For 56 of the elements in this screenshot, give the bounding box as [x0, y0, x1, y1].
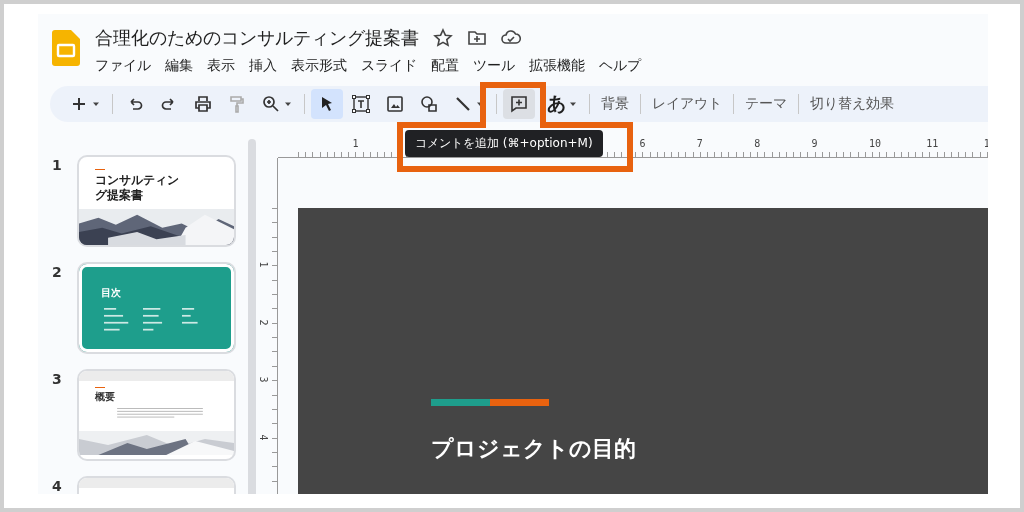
- accent-line: [95, 169, 105, 170]
- menu-item[interactable]: 拡張機能: [529, 57, 585, 75]
- slide[interactable]: プロジェクトの目的: [298, 208, 988, 494]
- accent-line: [95, 387, 105, 388]
- ruler-number: 2: [257, 319, 269, 326]
- toolbar-text-button[interactable]: テーマ: [739, 95, 793, 113]
- star-icon[interactable]: [433, 28, 453, 48]
- toolbar-text-button[interactable]: 切り替え効果: [804, 95, 900, 113]
- scrollbar[interactable]: [248, 139, 256, 494]
- thumbnail-title: 概要: [95, 390, 116, 404]
- caret-icon: [92, 100, 100, 108]
- caret-icon: [569, 100, 577, 108]
- ruler-number: 6: [639, 138, 647, 149]
- caret-icon: [284, 100, 292, 108]
- ruler-number: 1: [257, 261, 269, 268]
- toolbar-button[interactable]: [503, 89, 535, 119]
- print-icon: [193, 94, 213, 114]
- ruler-number: 7: [696, 138, 704, 149]
- zoom-icon: [261, 94, 281, 114]
- ruler-number: 3: [257, 376, 269, 383]
- slide-number: 3: [52, 370, 63, 389]
- ruler-number: 10: [868, 138, 882, 149]
- paint-roller-icon: [227, 94, 247, 114]
- menu-item[interactable]: 表示: [207, 57, 235, 75]
- menu-item[interactable]: ツール: [473, 57, 515, 75]
- add-comment-icon: [509, 94, 529, 114]
- slide-number: 2: [52, 263, 63, 282]
- slide-thumbnail[interactable]: 概要: [77, 369, 236, 461]
- image-icon: [385, 94, 405, 114]
- menu-item[interactable]: ファイル: [95, 57, 151, 75]
- ruler-number: 8: [754, 138, 762, 149]
- ruler-number: 11: [926, 138, 940, 149]
- document-title[interactable]: 合理化のためのコンサルティング提案書: [95, 26, 419, 50]
- tooltip: コメントを追加 (⌘+option+M): [405, 130, 603, 157]
- thumbnail-title: 目次: [101, 286, 122, 300]
- ruler-number: 1: [352, 138, 360, 149]
- thumbnail-title: コンサルティング提案書: [95, 173, 180, 203]
- menu-item[interactable]: 挿入: [249, 57, 277, 75]
- slide-number: 1: [52, 156, 63, 175]
- toolbar-button[interactable]: [311, 89, 343, 119]
- slide-title[interactable]: プロジェクトの目的: [431, 434, 988, 464]
- toolbar-text-button[interactable]: 背景: [595, 95, 635, 113]
- menu-item[interactable]: 編集: [165, 57, 193, 75]
- menu-item[interactable]: 表示形式: [291, 57, 347, 75]
- text-box-icon: [351, 94, 371, 114]
- ruler-number: 9: [811, 138, 819, 149]
- menu-item[interactable]: ヘルプ: [599, 57, 641, 75]
- ruler-number: 4: [257, 434, 269, 441]
- folder-icon[interactable]: [467, 28, 487, 48]
- slide-thumbnail[interactable]: コンサルティング提案書: [77, 155, 236, 247]
- shapes-icon: [419, 94, 439, 114]
- menu-item[interactable]: スライド: [361, 57, 417, 75]
- toolbar-text-button[interactable]: レイアウト: [646, 95, 728, 113]
- toolbar-button[interactable]: あ: [537, 89, 583, 119]
- menu-item[interactable]: 配置: [431, 57, 459, 75]
- slide-number: 4: [52, 477, 63, 494]
